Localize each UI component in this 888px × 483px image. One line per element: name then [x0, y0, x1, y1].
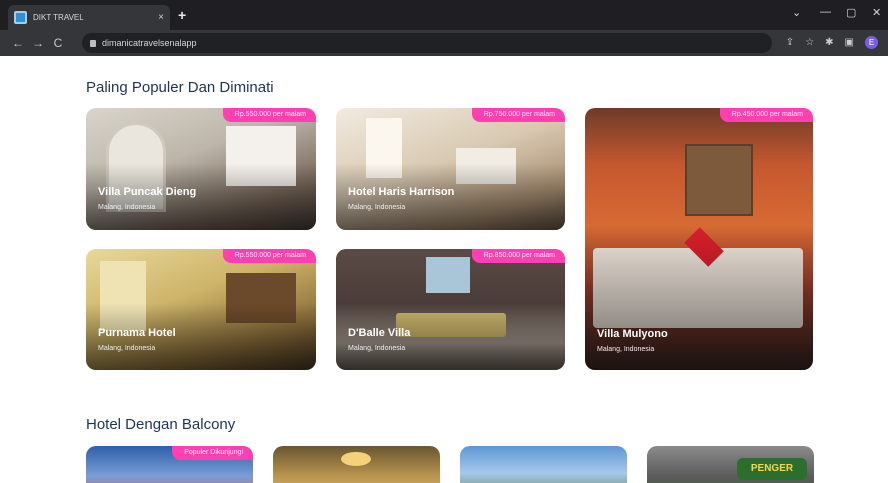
forward-icon[interactable]: →: [28, 36, 48, 50]
close-window-button[interactable]: ✕: [872, 6, 881, 19]
balcony-hotel-card[interactable]: [273, 446, 440, 483]
minimize-button[interactable]: —: [820, 6, 831, 18]
hotel-name: D'Balle Villa: [348, 327, 411, 339]
tab-title: DIKT TRAVEL: [33, 13, 84, 22]
maximize-button[interactable]: ▢: [846, 6, 856, 19]
new-tab-button[interactable]: +: [178, 8, 186, 22]
bookmark-star-icon[interactable]: ☆: [805, 37, 814, 48]
balcony-hotel-card[interactable]: PENGER: [647, 446, 814, 483]
hotel-location: Malang, Indonesia: [348, 345, 406, 352]
browser-tab[interactable]: DIKT TRAVEL ×: [8, 5, 170, 30]
profile-avatar[interactable]: E: [865, 36, 878, 49]
hotel-card[interactable]: Rp.850.000 per malam D'Balle Villa Malan…: [336, 249, 565, 370]
hotel-card[interactable]: Rp.750.000 per malam Hotel Haris Harriso…: [336, 108, 565, 230]
hotel-name: Villa Puncak Dieng: [98, 186, 197, 198]
browser-tabbar: DIKT TRAVEL × + ⌄ — ▢ ✕: [0, 0, 888, 30]
price-badge: Rp.550.000 per malam: [222, 249, 316, 263]
hotel-name: Villa Mulyono: [597, 328, 668, 340]
sidepanel-icon[interactable]: ▣: [845, 37, 854, 48]
share-icon[interactable]: ⇪: [786, 37, 794, 48]
tab-close-icon[interactable]: ×: [158, 12, 164, 23]
hotel-location: Malang, Indonesia: [348, 204, 406, 211]
price-badge: Rp.450.000 per malam: [719, 108, 813, 122]
hotel-card[interactable]: Rp.550.000 per malam Purnama Hotel Malan…: [86, 249, 316, 370]
section-title-balcony: Hotel Dengan Balcony: [86, 416, 236, 433]
reload-icon[interactable]: C: [48, 36, 68, 50]
hotel-name: Hotel Haris Harrison: [348, 186, 455, 198]
wall-painting-image: [426, 257, 470, 293]
price-badge: Rp.550.000 per malam: [222, 108, 316, 122]
price-badge: Rp.750.000 per malam: [471, 108, 565, 122]
popular-badge: Populer Dikunjungi: [172, 446, 253, 460]
hotel-sign: PENGER: [737, 458, 807, 480]
headboard-art-image: [685, 144, 753, 216]
price-badge: Rp.850.000 per malam: [471, 249, 565, 263]
hotel-card[interactable]: Rp.450.000 per malam Villa Mulyono Malan…: [585, 108, 813, 370]
balcony-hotel-card[interactable]: [460, 446, 627, 483]
lock-icon: [90, 39, 96, 47]
hotel-location: Malang, Indonesia: [597, 346, 655, 353]
hotel-location: Malang, Indonesia: [98, 204, 156, 211]
address-bar[interactable]: dimanicatravelsenalapp: [82, 33, 772, 53]
url-text: dimanicatravelsenalapp: [102, 38, 197, 48]
site-favicon-icon: [14, 11, 27, 24]
browser-toolbar: ← → C dimanicatravelsenalapp ⇪ ☆ ✱ ▣ E: [0, 30, 888, 56]
chandelier-image: [341, 452, 371, 466]
back-icon[interactable]: ←: [8, 36, 28, 50]
tab-search-icon[interactable]: ⌄: [792, 6, 801, 19]
section-title-popular: Paling Populer Dan Diminati: [86, 79, 274, 96]
balcony-hotel-card[interactable]: Populer Dikunjungi: [86, 446, 253, 483]
hotel-location: Malang, Indonesia: [98, 345, 156, 352]
hotel-card[interactable]: Rp.550.000 per malam Villa Puncak Dieng …: [86, 108, 316, 230]
hotel-name: Purnama Hotel: [98, 327, 176, 339]
extensions-icon[interactable]: ✱: [825, 37, 833, 48]
